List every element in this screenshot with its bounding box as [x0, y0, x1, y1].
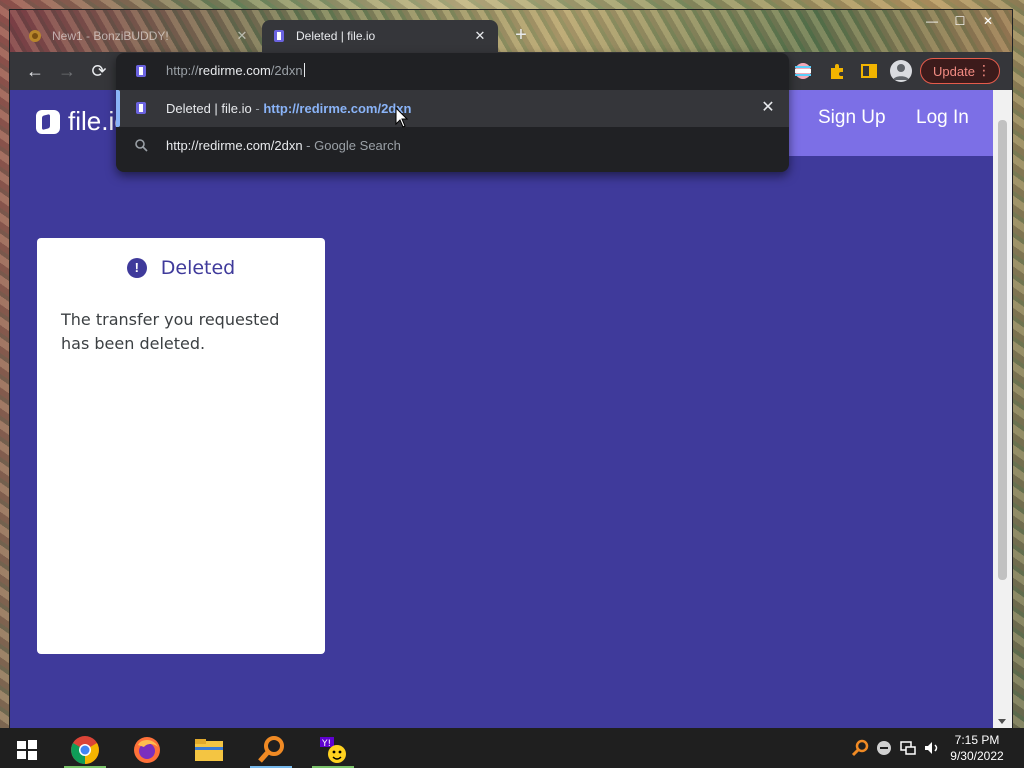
puzzle-extensions-icon[interactable] — [828, 62, 846, 80]
minimize-button[interactable]: — — [918, 12, 946, 30]
tray-search-icon[interactable] — [850, 738, 870, 758]
url-scheme: http:// — [166, 63, 199, 78]
suggestion-separator: - — [251, 101, 264, 116]
tab-strip: New1 - BonziBUDDY! ✕ Deleted | file.io ✕… — [10, 10, 1012, 52]
forward-arrow-icon[interactable]: → — [56, 60, 78, 82]
suggestion-text: Deleted | file.io - http://redirme.com/2… — [166, 101, 411, 116]
url-path: /2dxn — [270, 63, 303, 78]
clock-time: 7:15 PM — [954, 733, 1000, 747]
tab-fileio[interactable]: Deleted | file.io ✕ — [262, 20, 498, 52]
taskbar-yahoo-messenger[interactable]: Y! — [308, 731, 358, 768]
windows-logo-icon — [17, 739, 37, 760]
suggestion-url: http://redirme.com/2dxn — [263, 101, 412, 116]
svg-text:Y!: Y! — [321, 739, 331, 749]
reload-icon[interactable]: ⟳ — [88, 60, 110, 82]
fileio-logo-icon — [36, 109, 60, 134]
suggestion-text: http://redirme.com/2dxn - Google Search — [166, 138, 401, 153]
close-window-button[interactable]: ✕ — [974, 12, 1002, 30]
update-button[interactable]: Update ⋮ — [920, 58, 1000, 84]
address-input[interactable]: http://redirme.com/2dxn — [166, 63, 305, 78]
tab-close-icon[interactable]: ✕ — [234, 28, 250, 44]
scrollbar-thumb[interactable] — [998, 120, 1007, 580]
remove-suggestion-icon[interactable]: ✕ — [759, 99, 777, 117]
page-content: file.io Sign Up Log In ! Deleted The tra… — [10, 90, 993, 728]
firefox-icon — [134, 736, 160, 763]
tab-close-icon[interactable]: ✕ — [472, 28, 488, 44]
yahoo-smiley-icon: Y! — [320, 736, 346, 763]
fileio-favicon-icon — [136, 102, 146, 114]
auth-area: Sign Up Log In — [788, 90, 993, 156]
taskbar-firefox[interactable] — [122, 731, 172, 768]
omnibox-dropdown: http://redirme.com/2dxn Deleted | file.i… — [116, 53, 789, 172]
system-clock[interactable]: 7:15 PM 9/30/2022 — [944, 732, 1010, 764]
clock-date: 9/30/2022 — [950, 749, 1004, 763]
tab-title: Deleted | file.io — [296, 29, 376, 43]
tray-status-icon[interactable] — [874, 738, 894, 758]
new-tab-button[interactable]: + — [510, 24, 532, 46]
tab-title: New1 - BonziBUDDY! — [52, 29, 169, 43]
magnifier-icon — [258, 735, 284, 763]
card-message: The transfer you requested has been dele… — [61, 310, 280, 353]
suggestion-title: Deleted | file.io — [166, 101, 252, 116]
network-icon[interactable] — [898, 738, 918, 758]
profile-avatar[interactable] — [890, 60, 912, 82]
chrome-icon — [71, 735, 99, 764]
text-caret — [303, 63, 305, 77]
start-button[interactable] — [2, 731, 52, 768]
side-panel-icon[interactable] — [860, 62, 878, 80]
page-scrollbar[interactable] — [993, 90, 1012, 728]
user-icon — [893, 64, 909, 80]
suggestion-history[interactable]: Deleted | file.io - http://redirme.com/2… — [116, 90, 789, 127]
taskbar: Y! 7:15 PM 9/30/2022 — [0, 728, 1024, 768]
taskbar-search-app[interactable] — [246, 731, 296, 768]
suggestion-search[interactable]: http://redirme.com/2dxn - Google Search — [116, 127, 789, 164]
bonzi-favicon-icon — [29, 30, 41, 42]
scroll-down-arrow-icon[interactable] — [998, 719, 1006, 724]
log-in-link[interactable]: Log In — [916, 107, 969, 129]
suggestion-suffix: - Google Search — [302, 138, 401, 153]
alert-icon: ! — [126, 258, 147, 278]
mouse-cursor-icon — [395, 107, 409, 128]
fileio-favicon-icon — [136, 65, 146, 77]
sign-up-link[interactable]: Sign Up — [818, 107, 886, 129]
back-arrow-icon[interactable]: ← — [24, 60, 46, 82]
url-host: redirme.com — [198, 63, 271, 78]
maximize-button[interactable]: ☐ — [946, 12, 974, 30]
deleted-card: ! Deleted The transfer you requested has… — [37, 238, 325, 654]
fileio-favicon-icon — [274, 30, 284, 42]
search-icon — [135, 139, 148, 152]
menu-dots-icon[interactable]: ⋮ — [977, 62, 991, 79]
address-bar[interactable]: http://redirme.com/2dxn — [116, 53, 789, 89]
card-header: ! Deleted — [37, 256, 325, 280]
card-heading: Deleted — [160, 257, 236, 279]
taskbar-chrome[interactable] — [60, 731, 110, 768]
taskbar-file-explorer[interactable] — [184, 731, 234, 768]
tab-bonzibuddy[interactable]: New1 - BonziBUDDY! ✕ — [18, 20, 260, 52]
folder-icon — [195, 738, 223, 761]
volume-icon[interactable] — [922, 738, 942, 758]
site-logo[interactable]: file.io — [36, 106, 129, 137]
suggestion-query: http://redirme.com/2dxn — [166, 138, 303, 153]
extension-flag-icon[interactable] — [794, 62, 812, 80]
update-label: Update — [933, 63, 975, 79]
